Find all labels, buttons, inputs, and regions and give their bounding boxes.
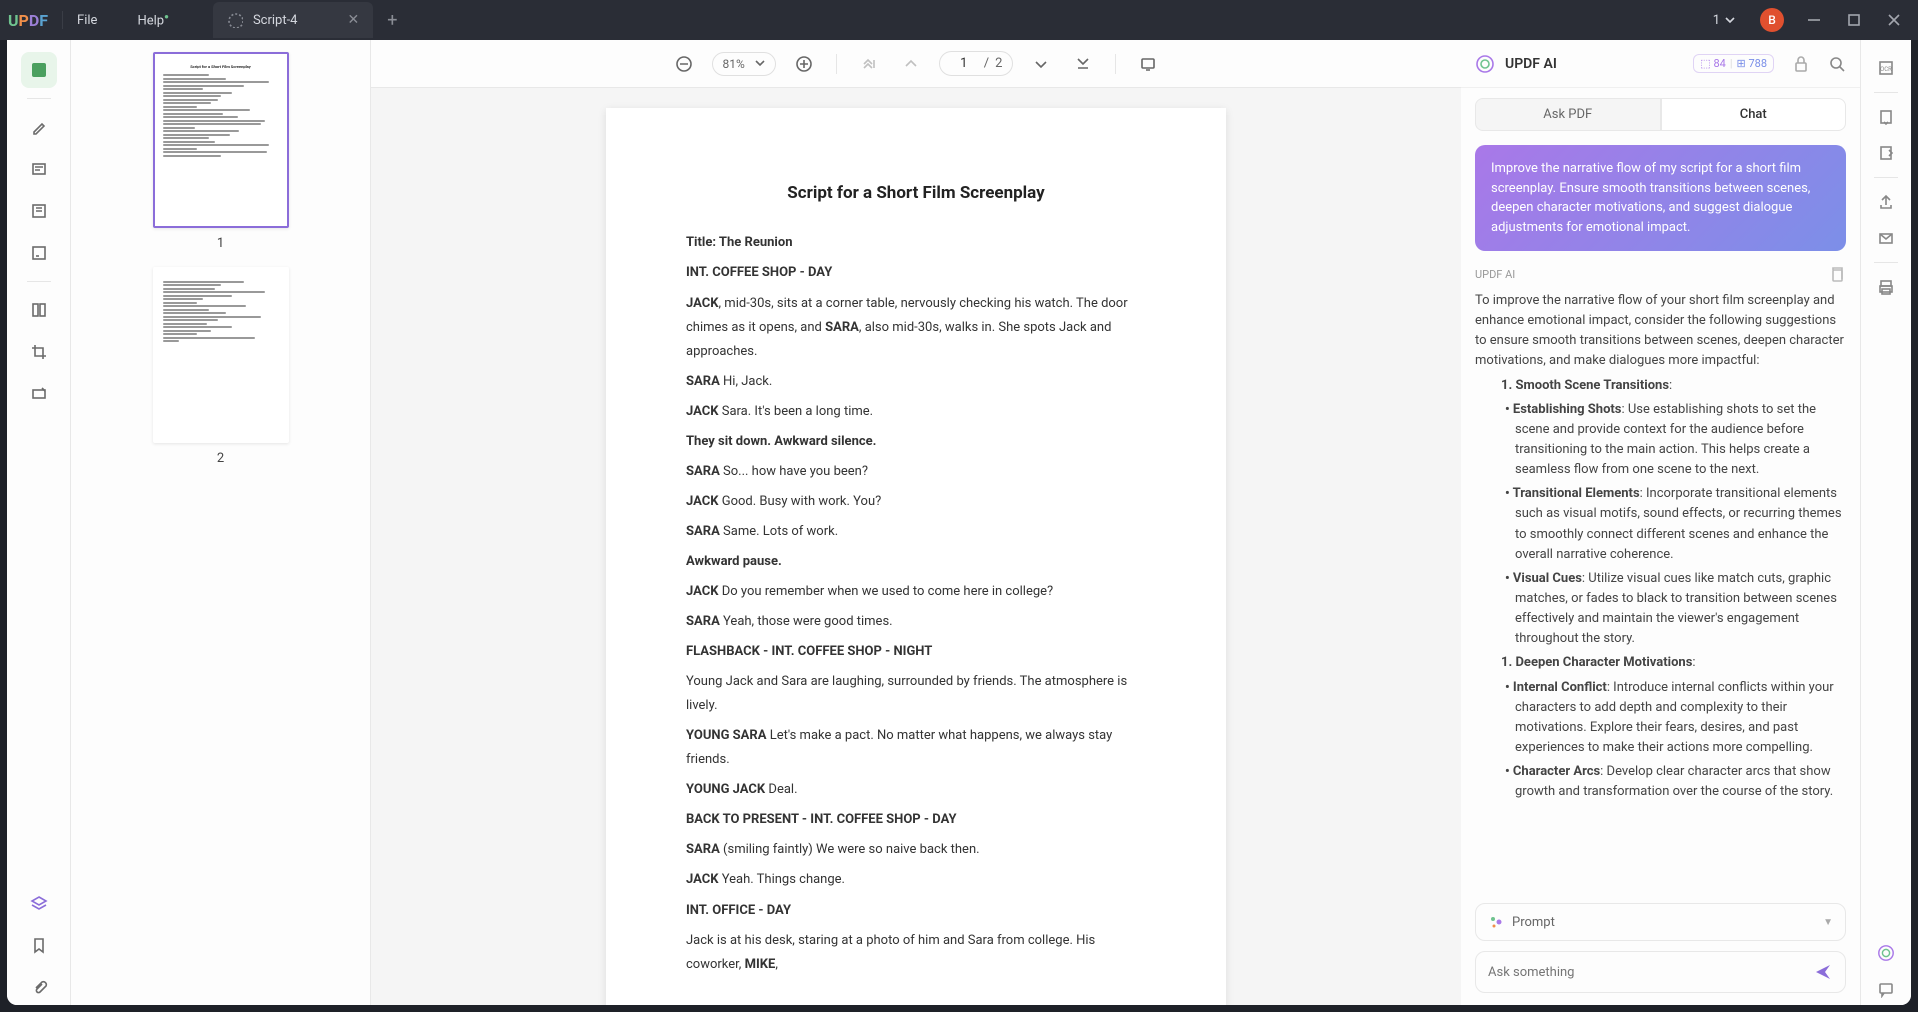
zoom-in-button[interactable] [790, 50, 818, 78]
thumbnail-page-2[interactable]: 2 [111, 267, 330, 466]
script-line: BACK TO PRESENT - INT. COFFEE SHOP - DAY [686, 808, 1146, 832]
script-line: INT. OFFICE - DAY [686, 899, 1146, 923]
comment-tool[interactable] [21, 151, 57, 187]
script-line: JACK Sara. It's been a long time. [686, 400, 1146, 424]
tab-ask-pdf[interactable]: Ask PDF [1475, 98, 1661, 131]
titlebar: UPDF File Help● Script-4 ✕ + 1 B [0, 0, 1918, 40]
maximize-button[interactable] [1838, 6, 1870, 34]
prompt-dropdown[interactable]: Prompt ▼ [1475, 903, 1846, 941]
highlight-tool[interactable] [21, 109, 57, 145]
send-button[interactable] [1813, 962, 1833, 982]
document-viewport[interactable]: Script for a Short Film Screenplay Title… [371, 88, 1461, 1005]
script-line: They sit down. Awkward silence. [686, 430, 1146, 454]
script-line: FLASHBACK - INT. COFFEE SHOP - NIGHT [686, 640, 1146, 664]
tab-chat[interactable]: Chat [1661, 98, 1847, 131]
ocr-tool[interactable]: OCR [1870, 52, 1902, 84]
share-tool[interactable] [1870, 186, 1902, 218]
bookmark-tool[interactable] [21, 927, 57, 963]
app-logo: UPDF [8, 11, 48, 30]
script-line: SARA Hi, Jack. [686, 370, 1146, 394]
script-line: YOUNG JACK Deal. [686, 778, 1146, 802]
thumbnail-number: 1 [111, 236, 330, 251]
tab-document-icon [227, 12, 243, 28]
ai-conversation[interactable]: Improve the narrative flow of my script … [1461, 131, 1860, 891]
ai-toggle-button[interactable] [1870, 937, 1902, 969]
script-line: SARA Yeah, those were good times. [686, 610, 1146, 634]
minimize-button[interactable] [1798, 6, 1830, 34]
zoom-out-button[interactable] [670, 50, 698, 78]
ai-tabs: Ask PDF Chat [1461, 88, 1860, 131]
user-message: Improve the narrative flow of my script … [1475, 145, 1846, 251]
page-indicator: / 2 [939, 51, 1014, 76]
thumbnails-tool[interactable] [21, 52, 57, 88]
menu-help[interactable]: Help● [137, 12, 168, 28]
tab-title: Script-4 [253, 13, 298, 28]
chevron-down-icon [1724, 14, 1736, 26]
redact-tool[interactable] [21, 376, 57, 412]
zoom-dropdown[interactable]: 81% [712, 52, 776, 76]
lock-icon [1792, 55, 1810, 73]
ai-panel: UPDF AI ⬚ 84 | ⊞ 788 Ask PDF Chat Improv… [1461, 40, 1861, 1005]
sparkle-icon [1488, 914, 1504, 930]
attachment-tool[interactable] [21, 969, 57, 1005]
edit-tool[interactable] [21, 193, 57, 229]
compress-tool[interactable] [1870, 137, 1902, 169]
close-tab-button[interactable]: ✕ [347, 12, 359, 28]
ai-credits-badge[interactable]: ⬚ 84 | ⊞ 788 [1693, 54, 1774, 73]
ai-panel-title: UPDF AI [1505, 56, 1557, 72]
chevron-down-icon [755, 59, 765, 69]
script-line: Awkward pause. [686, 550, 1146, 574]
chevron-down-icon: ▼ [1823, 917, 1833, 928]
script-line: JACK, mid-30s, sits at a corner table, n… [686, 292, 1146, 364]
thumbnail-page-1[interactable]: Script for a Short Film Screenplay 1 [111, 52, 330, 251]
document-title: Script for a Short Film Screenplay [686, 178, 1146, 209]
last-page-button[interactable] [1069, 50, 1097, 78]
left-toolbar [7, 40, 71, 1005]
svg-text:OCR: OCR [1880, 66, 1892, 73]
script-line: INT. COFFEE SHOP - DAY [686, 261, 1146, 285]
page-input[interactable] [950, 56, 978, 71]
total-pages: 2 [995, 56, 1002, 71]
copy-button[interactable] [1828, 265, 1846, 283]
script-line: Jack is at his desk, staring at a photo … [686, 929, 1146, 977]
script-line: JACK Good. Busy with work. You? [686, 490, 1146, 514]
script-line: SARA (smiling faintly) We were so naive … [686, 838, 1146, 862]
search-button[interactable] [1828, 55, 1846, 73]
right-toolbar: OCR [1861, 40, 1911, 1005]
thumbnail-panel: Script for a Short Film Screenplay 1 [71, 40, 371, 1005]
script-line: JACK Do you remember when we used to com… [686, 580, 1146, 604]
close-window-button[interactable] [1878, 6, 1910, 34]
ai-response-label: UPDF AI [1475, 268, 1515, 281]
script-line: Young Jack and Sara are laughing, surrou… [686, 670, 1146, 718]
organize-tool[interactable] [21, 292, 57, 328]
menu-file[interactable]: File [77, 13, 97, 28]
feedback-tool[interactable] [1870, 973, 1902, 1005]
next-page-button[interactable] [1027, 50, 1055, 78]
first-page-button[interactable] [855, 50, 883, 78]
script-line: SARA So... how have you been? [686, 460, 1146, 484]
script-line: SARA Same. Lots of work. [686, 520, 1146, 544]
email-tool[interactable] [1870, 222, 1902, 254]
script-line: JACK Yeah. Things change. [686, 868, 1146, 892]
ai-input[interactable] [1488, 965, 1813, 980]
convert-tool[interactable] [1870, 101, 1902, 133]
ai-response: To improve the narrative flow of your sh… [1475, 291, 1846, 802]
window-count[interactable]: 1 [1703, 10, 1746, 31]
crop-tool[interactable] [21, 334, 57, 370]
layers-tool[interactable] [21, 885, 57, 921]
document-tab[interactable]: Script-4 ✕ [213, 2, 373, 38]
ai-logo-icon [1475, 54, 1495, 74]
presentation-button[interactable] [1134, 50, 1162, 78]
document-toolbar: 81% / 2 [371, 40, 1461, 88]
user-avatar[interactable]: B [1760, 8, 1784, 32]
prev-page-button[interactable] [897, 50, 925, 78]
script-line: Title: The Reunion [686, 231, 1146, 255]
form-tool[interactable] [21, 235, 57, 271]
document-page: Script for a Short Film Screenplay Title… [606, 108, 1226, 1005]
thumbnail-number: 2 [111, 451, 330, 466]
new-tab-button[interactable]: + [387, 10, 397, 31]
script-line: YOUNG SARA Let's make a pact. No matter … [686, 724, 1146, 772]
print-tool[interactable] [1870, 271, 1902, 303]
